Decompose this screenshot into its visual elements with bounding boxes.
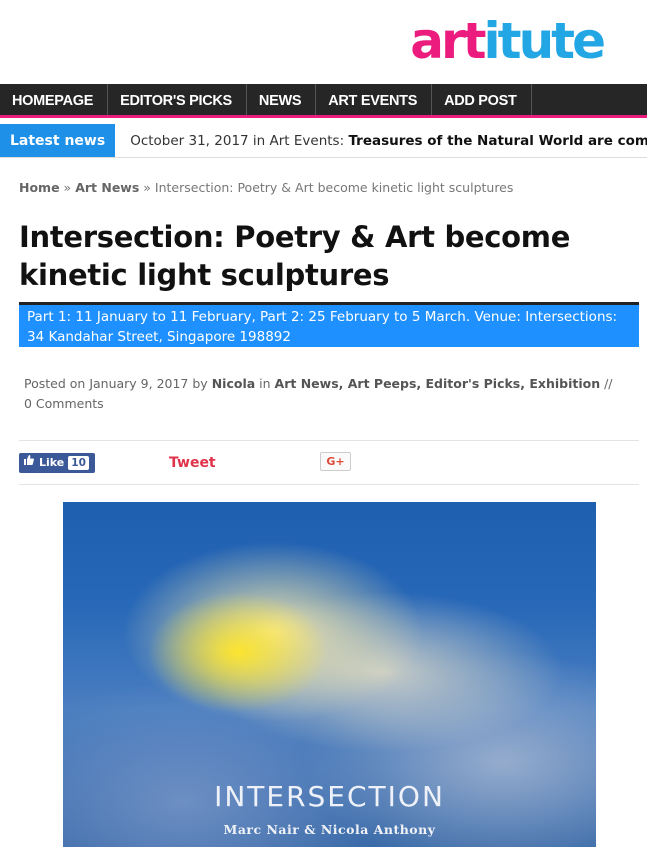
nav-item-art-events[interactable]: ART EVENTS: [316, 84, 433, 115]
like-count: 10: [68, 456, 89, 470]
site-logo[interactable]: artitute: [410, 12, 606, 70]
post-meta: Posted on January 9, 2017 by Nicola in A…: [24, 374, 614, 414]
article-hero-image: INTERSECTION Marc Nair & Nicola Anthony: [63, 502, 596, 847]
article-subtitle-box: Part 1: 11 January to 11 February, Part …: [19, 302, 639, 347]
breadcrumb-separator: »: [63, 180, 72, 195]
google-plus-button[interactable]: G+: [320, 452, 351, 471]
in-label: in: [259, 376, 271, 391]
divider: [19, 484, 639, 485]
nav-item-news[interactable]: NEWS: [247, 84, 317, 115]
main-nav: HOMEPAGE EDITOR'S PICKS NEWS ART EVENTS …: [0, 84, 647, 118]
breadcrumb: Home » Art News » Intersection: Poetry &…: [19, 180, 513, 195]
social-share-bar: Like 10 Tweet G+: [19, 452, 639, 476]
nav-item-editors-picks[interactable]: EDITOR'S PICKS: [108, 84, 247, 115]
nav-item-homepage[interactable]: HOMEPAGE: [0, 84, 109, 115]
thumbs-up-icon: [23, 453, 35, 473]
latest-news-ticker: Latest news October 31, 2017 in Art Even…: [0, 124, 647, 158]
hero-title: INTERSECTION: [214, 780, 445, 813]
breadcrumb-home[interactable]: Home: [19, 180, 60, 195]
logo-part-itute: itute: [483, 12, 606, 70]
breadcrumb-separator: »: [143, 180, 151, 195]
like-label: Like: [39, 456, 65, 469]
post-categories[interactable]: Art News, Art Peeps, Editor's Picks, Exh…: [275, 376, 601, 391]
ticker-item[interactable]: October 31, 2017 in Art Events: Treasure…: [118, 124, 647, 157]
hero-subtitle: Marc Nair & Nicola Anthony: [223, 822, 436, 837]
facebook-like-button[interactable]: Like 10: [19, 453, 95, 473]
ticker-date: October 31, 2017 in Art Events:: [130, 133, 345, 149]
latest-news-label: Latest news: [0, 124, 119, 157]
nav-item-add-post[interactable]: ADD POST: [432, 84, 532, 115]
logo-part-art: art: [410, 12, 486, 70]
post-date: January 9, 2017: [89, 376, 189, 391]
ticker-headline[interactable]: Treasures of the Natural World are comin…: [348, 133, 647, 149]
by-label: by: [192, 376, 208, 391]
breadcrumb-art-news[interactable]: Art News: [75, 180, 139, 195]
post-author[interactable]: Nicola: [212, 376, 255, 391]
breadcrumb-current: Intersection: Poetry & Art become kineti…: [154, 180, 514, 195]
posted-on-label: Posted on: [24, 376, 86, 391]
tweet-button[interactable]: Tweet: [169, 452, 216, 474]
article-title: Intersection: Poetry & Art become kineti…: [19, 220, 571, 292]
divider: [19, 440, 639, 441]
